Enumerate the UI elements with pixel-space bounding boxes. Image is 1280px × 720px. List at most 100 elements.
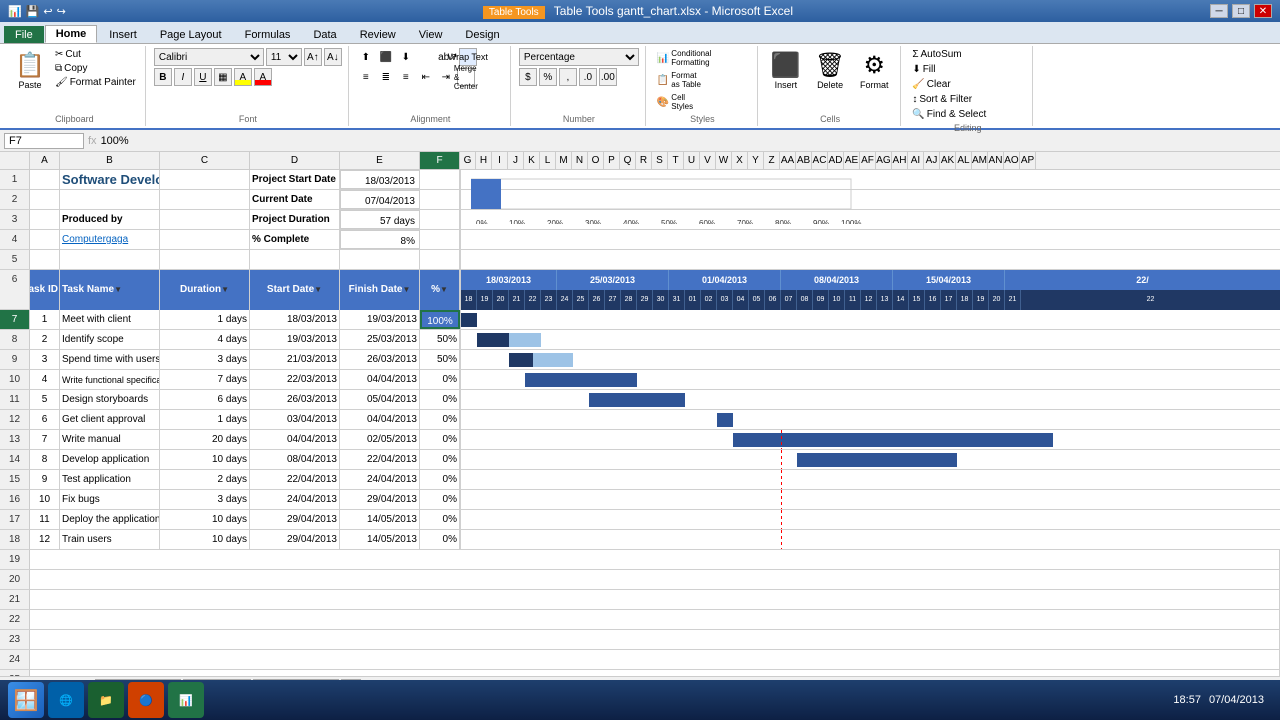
cell-d2[interactable]: Current Date [250, 190, 340, 209]
col-header-ah[interactable]: AH [892, 152, 908, 169]
tab-insert[interactable]: Insert [98, 26, 148, 43]
row-num-14[interactable]: 14 [0, 450, 30, 469]
row-num-23[interactable]: 23 [0, 630, 30, 649]
cell-c16[interactable]: 3 days [160, 490, 250, 509]
cell-b2[interactable] [60, 190, 160, 209]
cell-a12[interactable]: 6 [30, 410, 60, 429]
cell-e14[interactable]: 22/04/2013 [340, 450, 420, 469]
col-header-b[interactable]: B [60, 152, 160, 169]
row-num-15[interactable]: 15 [0, 470, 30, 489]
col-header-i[interactable]: I [492, 152, 508, 169]
name-box[interactable] [4, 133, 84, 149]
cell-f1[interactable] [420, 170, 460, 189]
underline-button[interactable]: U [194, 68, 212, 86]
row-num-4[interactable]: 4 [0, 230, 30, 249]
col-header-r[interactable]: R [636, 152, 652, 169]
cell-b7[interactable]: Meet with client [60, 310, 160, 329]
cell-e10[interactable]: 04/04/2013 [340, 370, 420, 389]
row-num-1[interactable]: 1 [0, 170, 30, 189]
merge-center-button[interactable]: Merge & Center [457, 68, 475, 86]
row-num-25[interactable]: 25 [0, 670, 30, 676]
row-num-2[interactable]: 2 [0, 190, 30, 209]
cell-e16[interactable]: 29/04/2013 [340, 490, 420, 509]
accounting-button[interactable]: $ [519, 68, 537, 86]
row-num-9[interactable]: 9 [0, 350, 30, 369]
cell-21-full[interactable] [30, 590, 1280, 609]
auto-sum-button[interactable]: Σ AutoSum [909, 48, 964, 61]
cell-e6-finishdate[interactable]: Finish Date ▼ [340, 270, 420, 310]
font-size-select[interactable]: 11 [266, 48, 302, 66]
col-header-ap[interactable]: AP [1020, 152, 1036, 169]
align-left-button[interactable]: ≡ [357, 68, 375, 86]
decrease-decimal-button[interactable]: .00 [599, 68, 617, 86]
cell-d1[interactable]: Project Start Date [250, 170, 340, 189]
cell-b3[interactable]: Produced by [60, 210, 160, 229]
cell-e12[interactable]: 04/04/2013 [340, 410, 420, 429]
quick-save[interactable]: 💾 [26, 5, 40, 18]
cell-a14[interactable]: 8 [30, 450, 60, 469]
format-painter-button[interactable]: 🖌 Format Painter [52, 76, 139, 89]
borders-button[interactable]: ▦ [214, 68, 232, 86]
cell-c11[interactable]: 6 days [160, 390, 250, 409]
cell-a18[interactable]: 12 [30, 530, 60, 549]
fill-button[interactable]: ⬇ Fill [909, 63, 938, 76]
col-header-g[interactable]: G [460, 152, 476, 169]
cell-a4[interactable] [30, 230, 60, 249]
cut-button[interactable]: ✂ Cut [52, 48, 139, 61]
col-header-m[interactable]: M [556, 152, 572, 169]
cell-f16[interactable]: 0% [420, 490, 460, 509]
italic-button[interactable]: I [174, 68, 192, 86]
cell-b15[interactable]: Test application [60, 470, 160, 489]
cell-f3[interactable] [420, 210, 460, 229]
cell-d6-startdate[interactable]: Start Date ▼ [250, 270, 340, 310]
col-header-ai[interactable]: AI [908, 152, 924, 169]
row-num-22[interactable]: 22 [0, 610, 30, 629]
cell-f15[interactable]: 0% [420, 470, 460, 489]
row-num-7[interactable]: 7 [0, 310, 30, 329]
cell-f11[interactable]: 0% [420, 390, 460, 409]
cell-f7[interactable]: 100% [420, 310, 460, 329]
cell-c10[interactable]: 7 days [160, 370, 250, 389]
cell-d15[interactable]: 22/04/2013 [250, 470, 340, 489]
col-header-ab[interactable]: AB [796, 152, 812, 169]
col-header-h[interactable]: H [476, 152, 492, 169]
cell-f5[interactable] [420, 250, 460, 269]
row-num-17[interactable]: 17 [0, 510, 30, 529]
row-num-20[interactable]: 20 [0, 570, 30, 589]
cell-f14[interactable]: 0% [420, 450, 460, 469]
col-header-e[interactable]: E [340, 152, 420, 169]
title-bar-controls[interactable]: ─ □ ✕ [1210, 4, 1272, 18]
tab-home[interactable]: Home [45, 25, 98, 43]
increase-decimal-button[interactable]: .0 [579, 68, 597, 86]
cell-f8[interactable]: 50% [420, 330, 460, 349]
cell-c9[interactable]: 3 days [160, 350, 250, 369]
cell-e18[interactable]: 14/05/2013 [340, 530, 420, 549]
col-header-ad[interactable]: AD [828, 152, 844, 169]
row-num-11[interactable]: 11 [0, 390, 30, 409]
col-header-k[interactable]: K [524, 152, 540, 169]
quick-redo[interactable]: ↪ [57, 5, 66, 18]
row-num-21[interactable]: 21 [0, 590, 30, 609]
col-header-l[interactable]: L [540, 152, 556, 169]
cell-a16[interactable]: 10 [30, 490, 60, 509]
increase-font-button[interactable]: A↑ [304, 48, 322, 66]
col-header-o[interactable]: O [588, 152, 604, 169]
cell-e8[interactable]: 25/03/2013 [340, 330, 420, 349]
fill-color-button[interactable]: A [234, 68, 252, 86]
col-header-al[interactable]: AL [956, 152, 972, 169]
cell-e1[interactable]: 18/03/2013 [340, 170, 420, 189]
cell-25-full[interactable] [30, 670, 1280, 676]
cell-d10[interactable]: 22/03/2013 [250, 370, 340, 389]
cell-f4[interactable] [420, 230, 460, 249]
row-num-12[interactable]: 12 [0, 410, 30, 429]
cell-f10[interactable]: 0% [420, 370, 460, 389]
row-num-8[interactable]: 8 [0, 330, 30, 349]
cell-23-full[interactable] [30, 630, 1280, 649]
col-header-q[interactable]: Q [620, 152, 636, 169]
col-header-p[interactable]: P [604, 152, 620, 169]
cell-b10[interactable]: Write functional specifications [60, 370, 160, 389]
cell-a2[interactable] [30, 190, 60, 209]
col-header-x[interactable]: X [732, 152, 748, 169]
tab-view[interactable]: View [408, 26, 454, 43]
close-button[interactable]: ✕ [1254, 4, 1272, 18]
